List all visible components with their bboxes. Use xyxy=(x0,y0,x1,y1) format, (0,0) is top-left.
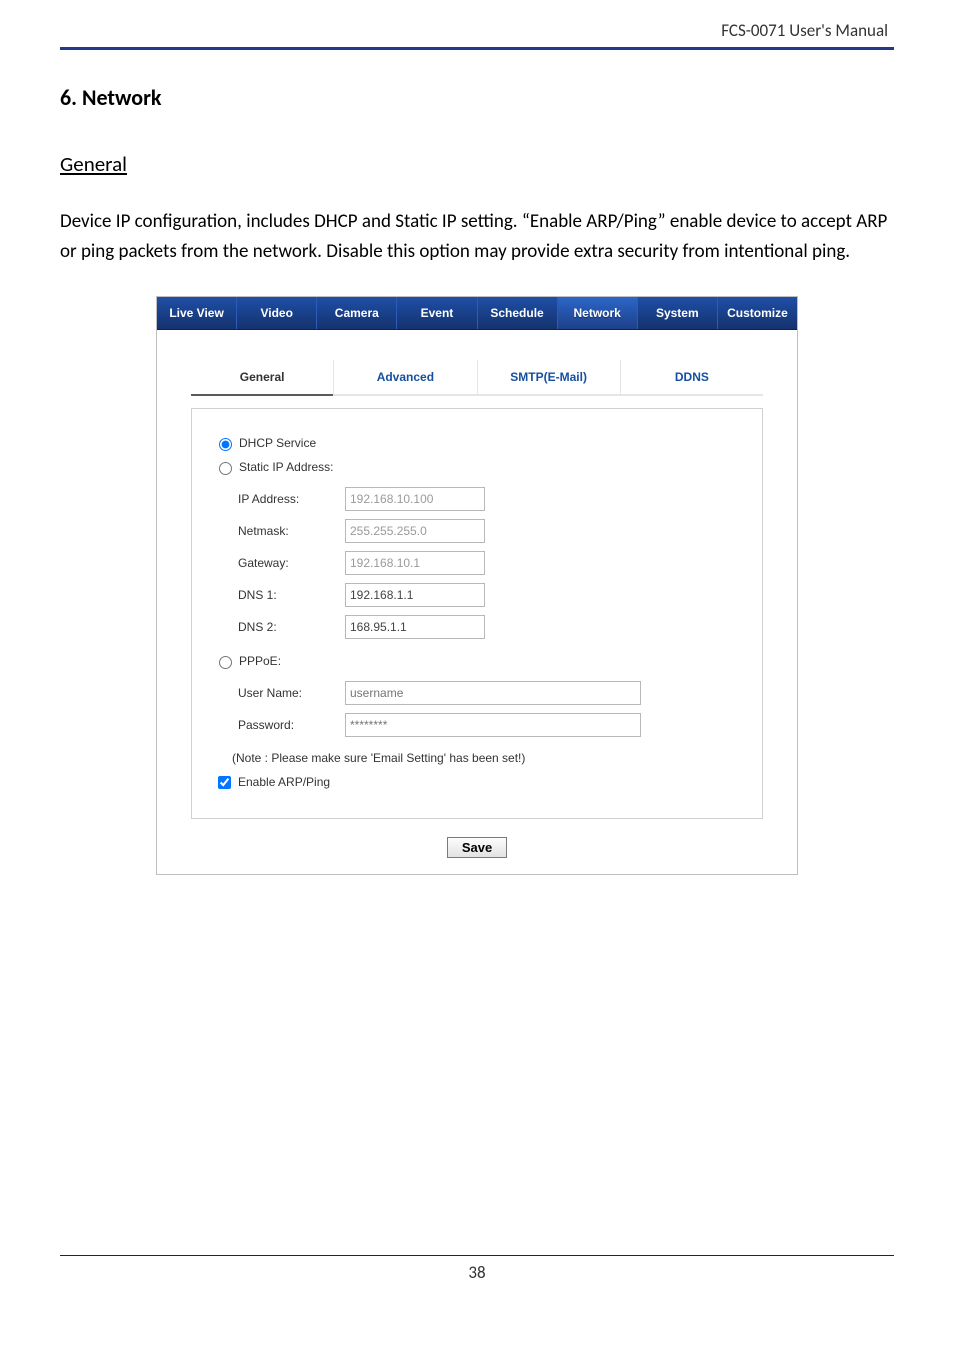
password-label: Password: xyxy=(232,709,339,741)
document-title: FCS-0071 User's Manual xyxy=(60,20,894,41)
tab-advanced[interactable]: Advanced xyxy=(333,360,476,396)
arp-ping-checkbox[interactable] xyxy=(218,776,231,789)
tab-general[interactable]: General xyxy=(191,360,333,396)
screenshot-panel: Live View Video Camera Event Schedule Ne… xyxy=(156,296,798,875)
netmask-label: Netmask: xyxy=(232,515,339,547)
radio-static[interactable] xyxy=(219,462,232,475)
nav-schedule[interactable]: Schedule xyxy=(477,297,557,329)
radio-static-row[interactable]: Static IP Address: xyxy=(214,459,740,475)
main-nav: Live View Video Camera Event Schedule Ne… xyxy=(157,297,797,330)
radio-pppoe-row[interactable]: PPPoE: xyxy=(214,653,740,669)
radio-dhcp[interactable] xyxy=(219,438,232,451)
dns1-input[interactable] xyxy=(345,583,485,607)
header-rule xyxy=(60,47,894,50)
nav-network[interactable]: Network xyxy=(557,297,637,329)
username-label: User Name: xyxy=(232,677,339,709)
dns1-label: DNS 1: xyxy=(232,579,339,611)
subsection-title: General xyxy=(60,151,894,177)
radio-static-label: Static IP Address: xyxy=(239,460,334,474)
settings-panel: DHCP Service Static IP Address: IP Addre… xyxy=(191,408,763,819)
page-number: 38 xyxy=(60,1262,894,1283)
ip-label: IP Address: xyxy=(232,483,339,515)
email-note: (Note : Please make sure 'Email Setting'… xyxy=(232,751,740,765)
radio-pppoe[interactable] xyxy=(219,656,232,669)
tab-ddns[interactable]: DDNS xyxy=(620,360,763,396)
nav-camera[interactable]: Camera xyxy=(316,297,396,329)
footer-rule xyxy=(60,1255,894,1256)
nav-video[interactable]: Video xyxy=(236,297,316,329)
gateway-input[interactable] xyxy=(345,551,485,575)
arp-ping-row[interactable]: Enable ARP/Ping xyxy=(214,773,740,792)
nav-live-view[interactable]: Live View xyxy=(157,297,236,329)
username-input[interactable] xyxy=(345,681,641,705)
save-button[interactable]: Save xyxy=(447,837,507,858)
tab-smtp[interactable]: SMTP(E-Mail) xyxy=(477,360,620,396)
gateway-label: Gateway: xyxy=(232,547,339,579)
nav-customize[interactable]: Customize xyxy=(717,297,797,329)
sub-nav: General Advanced SMTP(E-Mail) DDNS xyxy=(191,360,763,396)
pppoe-fields: User Name: Password: xyxy=(232,677,647,741)
arp-ping-label: Enable ARP/Ping xyxy=(238,775,330,789)
ip-input[interactable] xyxy=(345,487,485,511)
nav-system[interactable]: System xyxy=(637,297,717,329)
password-input[interactable] xyxy=(345,713,641,737)
dns2-label: DNS 2: xyxy=(232,611,339,643)
body-paragraph: Device IP configuration, includes DHCP a… xyxy=(60,207,894,268)
netmask-input[interactable] xyxy=(345,519,485,543)
radio-pppoe-label: PPPoE: xyxy=(239,654,281,668)
nav-event[interactable]: Event xyxy=(396,297,476,329)
dns2-input[interactable] xyxy=(345,615,485,639)
section-title: 6. Network xyxy=(60,84,894,111)
radio-dhcp-label: DHCP Service xyxy=(239,436,316,450)
radio-dhcp-row[interactable]: DHCP Service xyxy=(214,435,740,451)
static-ip-fields: IP Address: Netmask: Gateway: DNS 1: DNS… xyxy=(232,483,491,643)
